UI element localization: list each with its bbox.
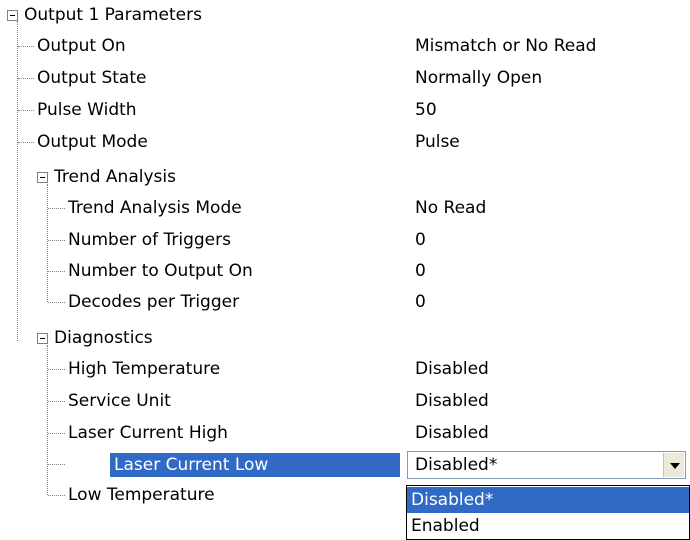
dropdown-arrow-icon[interactable] [663, 453, 684, 477]
value-service-unit[interactable]: Disabled [415, 390, 489, 412]
value-decodes-per-trigger[interactable]: 0 [415, 291, 426, 313]
dropdown-option-disabled[interactable]: Disabled* [407, 487, 689, 513]
tree-node-number-of-triggers[interactable]: Number of Triggers [68, 229, 231, 251]
value-pulse-width[interactable]: 50 [415, 99, 437, 121]
value-output-mode[interactable]: Pulse [415, 131, 460, 153]
combobox-selected-value: Disabled* [415, 455, 498, 475]
collapse-trend-analysis-icon[interactable] [37, 172, 48, 183]
collapse-root-icon[interactable] [7, 10, 18, 21]
tree-node-low-temperature[interactable]: Low Temperature [68, 484, 215, 506]
tree-node-decodes-per-trigger[interactable]: Decodes per Trigger [68, 291, 239, 313]
value-high-temperature[interactable]: Disabled [415, 358, 489, 380]
tree-node-diagnostics[interactable]: Diagnostics [54, 327, 153, 349]
tree-node-service-unit[interactable]: Service Unit [68, 390, 171, 412]
tree-node-output-mode[interactable]: Output Mode [37, 131, 148, 153]
tree-node-output-on[interactable]: Output On [37, 35, 126, 57]
value-output-state[interactable]: Normally Open [415, 67, 542, 89]
value-number-of-triggers[interactable]: 0 [415, 229, 426, 251]
tree-node-number-to-output-on[interactable]: Number to Output On [68, 260, 253, 282]
value-laser-current-high[interactable]: Disabled [415, 422, 489, 444]
tree-node-trend-analysis[interactable]: Trend Analysis [54, 166, 176, 188]
tree-node-laser-current-high[interactable]: Laser Current High [68, 422, 228, 444]
tree-node-output-1-parameters[interactable]: Output 1 Parameters [24, 4, 202, 26]
laser-current-low-combobox[interactable]: Disabled* [407, 451, 686, 479]
parameter-tree: Output 1 Parameters Output On Mismatch o… [0, 0, 690, 540]
tree-node-trend-analysis-mode[interactable]: Trend Analysis Mode [68, 197, 242, 219]
value-output-on[interactable]: Mismatch or No Read [415, 35, 596, 57]
combobox-dropdown-list: Disabled* Enabled [406, 485, 690, 540]
dropdown-option-enabled[interactable]: Enabled [407, 513, 689, 539]
value-number-to-output-on[interactable]: 0 [415, 260, 426, 282]
tree-node-pulse-width[interactable]: Pulse Width [37, 99, 137, 121]
tree-node-laser-current-low[interactable]: Laser Current Low [110, 453, 400, 477]
collapse-diagnostics-icon[interactable] [37, 333, 48, 344]
tree-node-output-state[interactable]: Output State [37, 67, 146, 89]
tree-node-high-temperature[interactable]: High Temperature [68, 358, 220, 380]
value-trend-analysis-mode[interactable]: No Read [415, 197, 486, 219]
